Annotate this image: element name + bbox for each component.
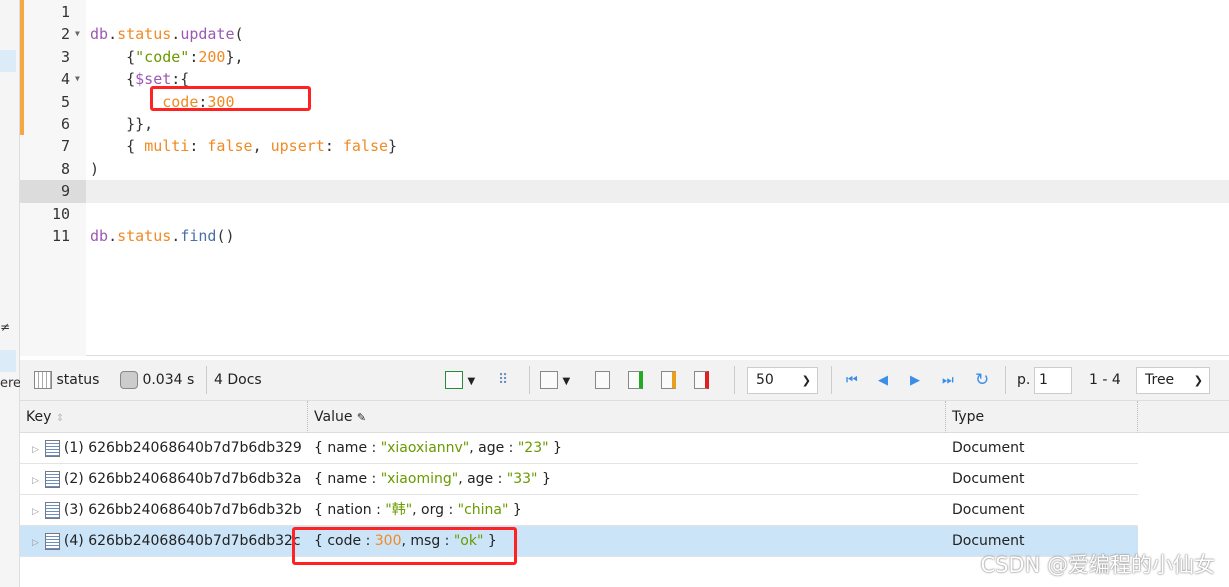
row-key: (2) 626bb24068640b7d7b6db32a <box>63 471 302 487</box>
page-label: p. <box>1017 372 1031 388</box>
table-icon <box>34 371 52 389</box>
document-icon <box>44 470 60 488</box>
row-type: Document <box>952 440 1025 456</box>
export-dropdown-icon[interactable]: ▼ <box>467 376 475 387</box>
query-time: 0.034 s <box>142 372 195 388</box>
filter-view-icon[interactable] <box>540 371 558 389</box>
code-text: }}, <box>90 115 154 133</box>
code-line[interactable]: 11 db.status.find() <box>20 225 1229 247</box>
results-toolbar: status 0.034 s 4 Docs ▼ ⠿ ▼ 50 ❯ ⏮ ◀ ▶ ⏭ … <box>20 360 1229 401</box>
row-key: (3) 626bb24068640b7d7b6db32b <box>63 502 302 518</box>
code-line[interactable]: 3 {"code":200}, <box>20 46 1229 68</box>
code-text: { multi: false, upsert: false} <box>90 137 398 156</box>
fold-arrow-icon[interactable]: ▼ <box>75 68 80 90</box>
first-page-button[interactable]: ⏮ <box>846 360 858 401</box>
row-value: { nation : "韩", org : "china" } <box>314 502 522 518</box>
last-page-button[interactable]: ⏭ <box>942 360 954 401</box>
table-row[interactable]: ▷ (1) 626bb24068640b7d7b6db329 { name : "x… <box>20 433 1138 464</box>
row-key: (4) 626bb24068640b7d7b6db32c <box>63 533 301 549</box>
edit-note-icon: ✎ <box>356 411 367 424</box>
code-line[interactable]: 8) <box>20 158 1229 180</box>
sidebar-text: ≠ <box>0 320 11 334</box>
row-key: (1) 626bb24068640b7d7b6db329 <box>63 440 302 456</box>
page-size-select[interactable]: 50 ❯ <box>747 367 818 394</box>
add-document-icon[interactable] <box>628 371 643 389</box>
page-range: 1 - 4 <box>1089 372 1121 388</box>
code-text: {"code":200}, <box>90 47 244 66</box>
expand-arrow-icon[interactable]: ▷ <box>32 435 39 464</box>
line-number: 8 <box>60 159 70 178</box>
code-text: ) <box>90 159 100 178</box>
sidebar-selected-item-2[interactable] <box>0 350 16 372</box>
annotation-box <box>150 86 311 111</box>
expand-arrow-icon[interactable]: ▷ <box>32 497 39 526</box>
line-number: 3 <box>60 47 70 66</box>
database-timer-icon <box>120 371 138 389</box>
line-number: 11 <box>51 227 70 245</box>
export-excel-icon[interactable] <box>445 371 463 389</box>
next-page-button[interactable]: ▶ <box>910 360 920 401</box>
code-line[interactable]: 2 ▼ db.status.update( <box>20 23 1229 45</box>
line-number: 10 <box>51 204 70 223</box>
expand-arrow-icon[interactable]: ▷ <box>32 466 39 495</box>
code-text: db.status.update( <box>90 25 244 44</box>
sort-icon: ⇕ <box>55 413 65 424</box>
delete-document-icon[interactable] <box>694 371 709 389</box>
column-header-value[interactable]: Value ✎ <box>308 401 946 433</box>
sidebar-text: ere <box>0 376 22 391</box>
code-line[interactable]: 6 }}, <box>20 113 1229 135</box>
row-value: { name : "xiaoxiannv", age : "23" } <box>314 440 562 456</box>
column-header-type[interactable]: Type <box>946 401 1138 433</box>
chevron-down-icon: ❯ <box>801 374 811 387</box>
table-row[interactable]: ▷ (3) 626bb24068640b7d7b6db32b { nation : … <box>20 495 1138 526</box>
document-icon <box>44 439 60 457</box>
line-number: 6 <box>60 115 70 133</box>
view-document-icon[interactable] <box>595 371 610 389</box>
sidebar-selected-item[interactable] <box>0 50 16 72</box>
filter-dropdown-icon[interactable]: ▼ <box>562 376 570 387</box>
document-icon <box>44 501 60 519</box>
chevron-down-icon: ❯ <box>1193 374 1203 387</box>
row-type: Document <box>952 502 1025 518</box>
fold-arrow-icon[interactable]: ▼ <box>75 23 80 45</box>
table-row[interactable]: ▷ (4) 626bb24068640b7d7b6db32c{ code : 30… <box>20 526 1138 557</box>
document-icon <box>44 532 60 550</box>
query-editor[interactable]: 1 2 ▼ db.status.update(3 {"code":200}, 4 ▼ {$… <box>20 0 1229 356</box>
doc-count: 4 Docs <box>214 372 262 388</box>
code-line[interactable]: 10 <box>20 203 1229 225</box>
page-input[interactable]: 1 <box>1034 367 1072 394</box>
view-mode-select[interactable]: Tree ❯ <box>1136 367 1210 394</box>
refresh-icon[interactable]: ↻ <box>975 360 989 401</box>
left-sidebar: ≠ ere <box>0 0 22 587</box>
schema-tree-icon[interactable]: ⠿ <box>498 372 508 388</box>
row-value: { name : "xiaoming", age : "33" } <box>314 471 551 487</box>
code-line[interactable]: 1 <box>20 1 1229 23</box>
watermark: CSDN @爱编程的小仙女 <box>980 553 1215 577</box>
row-type: Document <box>952 471 1025 487</box>
line-number: 7 <box>60 137 70 156</box>
line-number: 5 <box>60 92 70 111</box>
code-line[interactable]: 7 { multi: false, upsert: false} <box>20 135 1229 157</box>
table-row[interactable]: ▷ (2) 626bb24068640b7d7b6db32a { name : "x… <box>20 464 1138 495</box>
line-number: 9 <box>20 180 86 203</box>
column-header-key[interactable]: Key ⇕ <box>20 401 308 433</box>
line-number: 1 <box>60 3 70 21</box>
previous-page-button[interactable]: ◀ <box>878 360 888 401</box>
code-text: db.status.find() <box>90 227 235 245</box>
edit-document-icon[interactable] <box>661 371 676 389</box>
expand-arrow-icon[interactable]: ▷ <box>32 528 39 557</box>
code-line[interactable]: 9 <box>20 180 1229 203</box>
annotation-box <box>292 527 517 565</box>
collection-name: status <box>56 372 100 388</box>
